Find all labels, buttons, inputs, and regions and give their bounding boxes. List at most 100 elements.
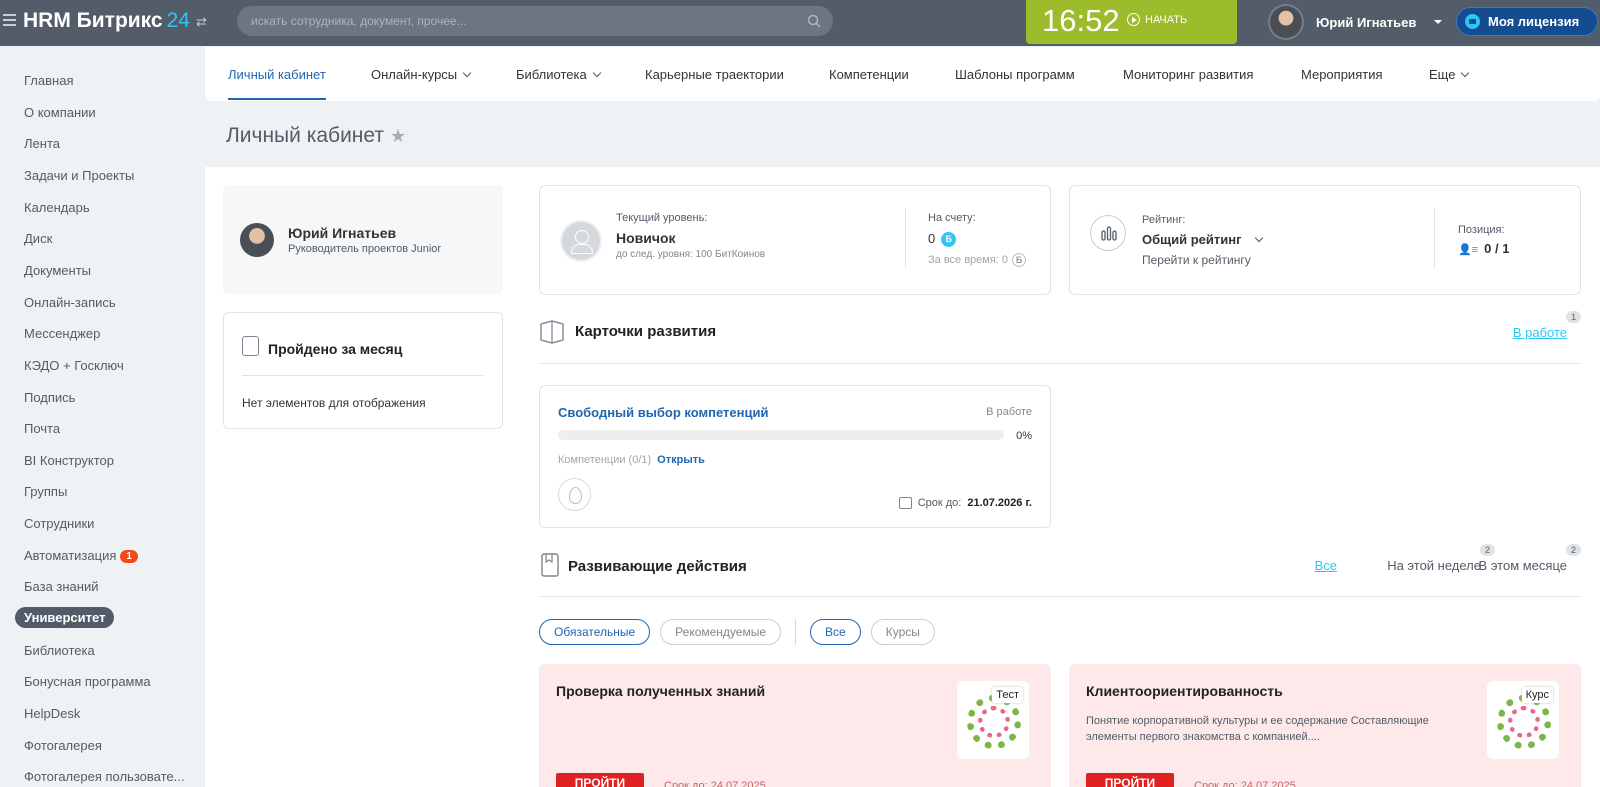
divider xyxy=(539,363,1581,364)
gear-icon xyxy=(1508,706,1540,738)
filter-chip[interactable]: Все xyxy=(810,619,861,645)
open-link[interactable]: Открыть xyxy=(657,454,705,466)
search-box[interactable] xyxy=(237,6,833,36)
menu-item[interactable]: Автоматизация 1 xyxy=(24,548,138,563)
users-list-icon: 👤≡ xyxy=(1458,244,1479,256)
menu-item[interactable]: База знаний xyxy=(24,579,99,594)
count-badge: 2 xyxy=(1565,544,1581,556)
menu-item[interactable]: Диск xyxy=(24,231,52,246)
rating-select[interactable]: Общий рейтинг xyxy=(1142,232,1263,247)
start-workday-button[interactable]: НАЧАТЬ xyxy=(1127,13,1187,26)
course-thumbnail[interactable]: Тест xyxy=(957,681,1029,759)
filter-chip[interactable]: Рекомендуемые xyxy=(660,619,782,645)
menu-item[interactable]: Фотогалерея пользовате... xyxy=(24,769,184,784)
menu-icon[interactable] xyxy=(3,14,16,26)
tab-item[interactable]: Мероприятия xyxy=(1301,67,1383,82)
menu-item[interactable]: Онлайн-запись xyxy=(24,295,116,310)
profile-name[interactable]: Юрий Игнатьев xyxy=(288,225,396,241)
license-button[interactable]: Моя лицензия xyxy=(1456,7,1598,36)
action-title[interactable]: Проверка полученных знаний xyxy=(556,683,765,699)
briefcase-icon xyxy=(1465,14,1480,29)
dev-actions-section: Развивающие действия Все На этой неделе 2 В… xyxy=(539,544,1581,597)
chevron-down-icon xyxy=(1461,68,1470,78)
tab-item[interactable]: Личный кабинет xyxy=(228,67,326,100)
menu-item[interactable]: Мессенджер xyxy=(24,326,100,341)
passed-title: Пройдено за месяц xyxy=(268,341,403,357)
settings-icon[interactable]: ⇄ xyxy=(196,14,207,30)
cards-icon xyxy=(540,320,564,344)
worktime-widget[interactable]: 16:52 НАЧАТЬ xyxy=(1026,0,1237,44)
period-tab[interactable]: На этой неделе xyxy=(1387,558,1481,573)
filter-chip[interactable]: Обязательные xyxy=(539,619,651,645)
star-icon[interactable]: ★ xyxy=(390,126,406,147)
start-button[interactable]: ПРОЙТИ xyxy=(556,773,644,787)
tab-label: Библиотека xyxy=(516,67,587,82)
coin-icon: Б xyxy=(1012,253,1027,267)
clipboard-check-icon xyxy=(242,336,259,356)
tab-label: Компетенции xyxy=(829,67,909,82)
search-input[interactable] xyxy=(251,13,791,29)
dev-card-title[interactable]: Свободный выбор компетенций xyxy=(558,405,768,420)
menu-item[interactable]: Бонусная программа xyxy=(24,674,151,689)
dev-cards-title: Карточки развития xyxy=(575,323,717,340)
filter-chip[interactable]: Курсы xyxy=(870,619,935,645)
tab-item[interactable]: Компетенции xyxy=(829,67,909,82)
user-menu[interactable]: Юрий Игнатьев xyxy=(1268,4,1443,40)
menu-item[interactable]: Лента xyxy=(24,136,60,151)
type-badge: Курс xyxy=(1521,687,1553,703)
current-level-label: Текущий уровень: xyxy=(616,212,708,224)
period-tab[interactable]: В этом месяце xyxy=(1479,558,1567,573)
coin-icon: Б xyxy=(941,232,957,248)
action-card[interactable]: Клиентоориентированность Понятие корпорат… xyxy=(1069,664,1581,787)
chevron-down-icon xyxy=(462,68,472,78)
menu-item[interactable]: Группы xyxy=(24,484,67,499)
action-title[interactable]: Клиентоориентированность xyxy=(1086,683,1283,699)
rating-card: Рейтинг: Общий рейтинг Перейти к рейтинг… xyxy=(1069,185,1581,295)
tab-label: Онлайн-курсы xyxy=(371,67,458,82)
user-name: Юрий Игнатьев xyxy=(1316,14,1417,30)
menu-item[interactable]: Подпись xyxy=(24,390,75,405)
menu-item[interactable]: Сотрудники xyxy=(24,516,94,531)
menu-item[interactable]: Университет xyxy=(15,607,115,629)
tab-item[interactable]: Мониторинг развития xyxy=(1123,67,1253,82)
course-thumbnail[interactable]: Курс xyxy=(1487,681,1559,759)
account-value: 0Б xyxy=(928,231,957,248)
menu-item[interactable]: Фотогалерея xyxy=(24,738,102,753)
tab-item[interactable]: Онлайн-курсы xyxy=(371,67,472,82)
divider xyxy=(795,619,797,645)
competency-icon xyxy=(558,478,591,511)
tab-label: Личный кабинет xyxy=(228,67,326,82)
chevron-down-icon xyxy=(592,68,601,78)
avatar[interactable] xyxy=(240,223,274,257)
menu-item[interactable]: Почта xyxy=(24,421,60,436)
action-card[interactable]: Проверка полученных знаний Тест ПРОЙТИ Срок… xyxy=(539,664,1051,787)
start-button[interactable]: ПРОЙТИ xyxy=(1086,773,1174,787)
chevron-down-icon xyxy=(1254,233,1263,243)
tab-item[interactable]: Еще xyxy=(1429,67,1470,82)
menu-item[interactable]: BI Конструктор xyxy=(24,453,114,468)
go-to-rating-link[interactable]: Перейти к рейтингу xyxy=(1142,253,1251,267)
menu-item[interactable]: Календарь xyxy=(24,200,90,215)
in-progress-link[interactable]: В работе xyxy=(1513,325,1567,340)
search-icon[interactable] xyxy=(807,14,821,28)
menu-item[interactable]: Главная xyxy=(24,73,73,88)
menu-item[interactable]: Задачи и Проекты xyxy=(24,168,134,183)
book-icon xyxy=(541,553,559,577)
menu-item[interactable]: О компании xyxy=(24,105,96,120)
competencies-count: Компетенции (0/1) Открыть xyxy=(558,454,705,466)
tab-item[interactable]: Карьерные траектории xyxy=(645,67,784,82)
tab-item[interactable]: Библиотека xyxy=(516,67,601,82)
user-level-icon xyxy=(560,220,602,262)
logo[interactable]: HRM Битрикс 24 xyxy=(23,9,190,33)
menu-item[interactable]: Библиотека xyxy=(24,643,95,658)
dev-card[interactable]: Свободный выбор компетенций В работе 0% … xyxy=(539,385,1051,528)
dev-actions-title: Развивающие действия xyxy=(568,558,747,575)
menu-item[interactable]: КЭДО + Госключ xyxy=(24,358,124,373)
tab-item[interactable]: Шаблоны программ xyxy=(955,67,1075,82)
passed-month-card: Пройдено за месяц Нет элементов для отоб… xyxy=(223,312,503,429)
period-tab[interactable]: Все xyxy=(1315,558,1337,573)
menu-item[interactable]: HelpDesk xyxy=(24,706,80,721)
tab-label: Шаблоны программ xyxy=(955,67,1075,82)
profile-position: Руководитель проектов Junior xyxy=(288,243,442,255)
menu-item[interactable]: Документы xyxy=(24,263,91,278)
